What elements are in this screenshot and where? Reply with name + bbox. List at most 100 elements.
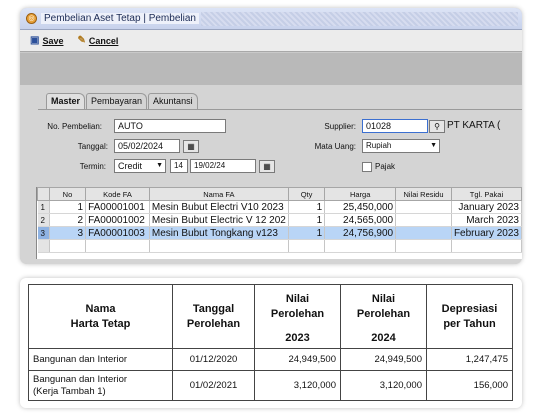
cell-kode-fa: FA00001001 (85, 200, 150, 214)
cancel-button[interactable]: ✎ Cancel (77, 35, 118, 46)
cell-tgl-pakai: January 2023 (451, 200, 523, 214)
dropdown-arrow-icon: ▼ (430, 142, 437, 149)
toolbar: ▣ Save ✎ Cancel (20, 30, 522, 52)
mata-uang-value: Rupiah (366, 141, 392, 150)
table-row[interactable]: 3 3 FA00001003 Mesin Bubut Tongkang v123… (37, 226, 523, 240)
termin-select[interactable]: Credit ▼ (114, 159, 166, 173)
table-row: Bangunan dan Interior 01/12/2020 24,949,… (28, 348, 513, 371)
grid-corner (37, 187, 50, 201)
title-bar: ◎ Pembelian Aset Tetap | Pembelian (20, 8, 522, 30)
col-nilai-perolehan-2024: Nilai Perolehan (340, 284, 427, 329)
cell-nilai-residu (395, 200, 452, 214)
termin-days-field[interactable]: 14 (170, 159, 188, 173)
tab-pembayaran[interactable]: Pembayaran (86, 93, 148, 109)
cell-empty (49, 239, 87, 253)
cell-tanggal: 01/12/2020 (172, 348, 255, 371)
year-2024: 2024 (340, 328, 427, 349)
depreciation-sheet: Nama Harta Tetap Tanggal Perolehan Nilai… (20, 278, 522, 408)
cell-2023: 24,949,500 (254, 348, 341, 371)
cell-qty: 1 (288, 226, 326, 240)
cell-kode-fa: FA00001002 (85, 213, 150, 227)
cell-empty (451, 239, 523, 253)
cell-2024: 3,120,000 (340, 370, 427, 401)
col-depresiasi: Depresiasi per Tahun (426, 284, 513, 349)
tab-akuntansi[interactable]: Akuntansi (148, 93, 198, 109)
sheet-header-row: Nama Harta Tetap Tanggal Perolehan Nilai… (28, 284, 513, 349)
pajak-label: Pajak (375, 162, 396, 171)
cell-nama: Bangunan dan Interior (28, 348, 173, 371)
cell-empty (149, 239, 289, 253)
no-pembelian-field[interactable]: AUTO (114, 119, 226, 133)
col-nilai-residu[interactable]: Nilai Residu (395, 187, 452, 201)
window-icon: ◎ (26, 13, 37, 24)
header-band (20, 53, 522, 85)
cell-empty (324, 239, 397, 253)
cell-tgl-pakai: February 2023 (451, 226, 523, 240)
col-nilai-perolehan-2023: Nilai Perolehan (254, 284, 341, 329)
row-number (37, 239, 50, 253)
col-harga[interactable]: Harga (324, 187, 397, 201)
col-kode-fa[interactable]: Kode FA (85, 187, 150, 201)
supplier-name: PT KARTA ( (447, 120, 501, 131)
cell-2024: 24,949,500 (340, 348, 427, 371)
table-row[interactable] (37, 239, 523, 253)
termin-label: Termin: (79, 162, 106, 171)
cell-no: 3 (49, 226, 87, 240)
cell-tanggal: 01/02/2021 (172, 370, 255, 401)
termin-value: Credit (118, 161, 143, 171)
cell-nama: Bangunan dan Interior (Kerja Tambah 1) (28, 370, 173, 401)
grid-header-row: No Kode FA Nama FA Qty Harga Nilai Resid… (37, 187, 523, 201)
items-grid: No Kode FA Nama FA Qty Harga Nilai Resid… (36, 187, 523, 259)
year-2023: 2023 (254, 328, 341, 349)
cell-qty: 1 (288, 213, 326, 227)
calendar-icon[interactable]: ▦ (183, 140, 199, 153)
search-icon[interactable]: ⚲ (429, 120, 445, 133)
cell-no: 2 (49, 213, 87, 227)
cancel-icon: ✎ (77, 35, 86, 46)
cell-empty (85, 239, 150, 253)
col-qty[interactable]: Qty (287, 187, 326, 201)
cell-tgl-pakai: March 2023 (451, 213, 523, 227)
col-tanggal-perolehan: Tanggal Perolehan (172, 284, 255, 349)
table-row[interactable]: 1 1 FA00001001 Mesin Bubut Electri V10 2… (37, 200, 523, 214)
tanggal-label: Tanggal: (77, 142, 108, 151)
cell-kode-fa: FA00001003 (85, 226, 150, 240)
supplier-field[interactable]: 01028 (362, 119, 428, 133)
window-title: Pembelian Aset Tetap | Pembelian (41, 13, 199, 24)
cell-harga: 25,450,000 (324, 200, 397, 214)
row-number: 2 (37, 213, 50, 227)
cell-empty (395, 239, 452, 253)
tab-master[interactable]: Master (46, 93, 86, 109)
termin-date-field[interactable]: 19/02/24 (190, 159, 256, 173)
cell-nama-fa: Mesin Bubut Electric V 12 202 (149, 213, 289, 227)
mata-uang-label: Mata Uang: (314, 142, 356, 151)
table-row[interactable]: 2 2 FA00001002 Mesin Bubut Electric V 12… (37, 213, 523, 227)
table-row: Bangunan dan Interior (Kerja Tambah 1) 0… (28, 370, 513, 401)
cell-nama-fa: Mesin Bubut Tongkang v123 (149, 226, 289, 240)
cell-no: 1 (49, 200, 87, 214)
tanggal-field[interactable]: 05/02/2024 (114, 139, 180, 153)
cell-depresiasi: 1,247,475 (426, 348, 513, 371)
save-button[interactable]: ▣ Save (30, 35, 63, 46)
cancel-label: Cancel (88, 35, 119, 46)
cell-empty (288, 239, 326, 253)
cell-nilai-residu (395, 213, 452, 227)
cell-2023: 3,120,000 (254, 370, 341, 401)
no-pembelian-label: No. Pembelian: (47, 122, 102, 131)
col-nama-harta-tetap: Nama Harta Tetap (28, 284, 173, 349)
col-tgl-pakai[interactable]: Tgl. Pakai (450, 187, 523, 201)
calendar-icon[interactable]: ▦ (259, 160, 275, 173)
supplier-label: Supplier: (324, 122, 356, 131)
dropdown-arrow-icon: ▼ (156, 162, 163, 169)
title-bar-fill (200, 11, 518, 26)
pajak-checkbox[interactable] (362, 162, 372, 172)
row-number: 1 (37, 200, 50, 214)
col-no[interactable]: No (48, 187, 87, 201)
save-label: Save (42, 35, 64, 46)
mata-uang-select[interactable]: Rupiah ▼ (362, 139, 440, 153)
cell-nilai-residu (395, 226, 452, 240)
col-nama-fa[interactable]: Nama FA (148, 187, 289, 201)
tab-strip: Master Pembayaran Akuntansi (46, 93, 199, 109)
save-icon: ▣ (30, 35, 40, 46)
cell-harga: 24,756,900 (324, 226, 397, 240)
